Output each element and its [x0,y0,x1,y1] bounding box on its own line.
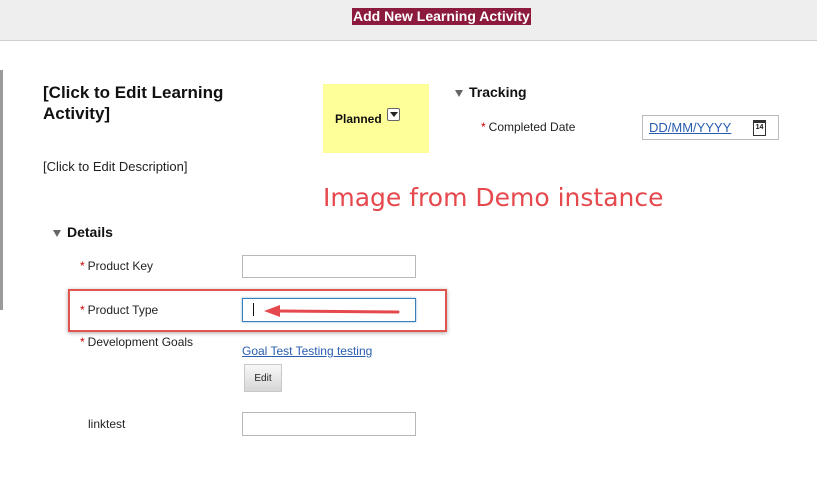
goal-link[interactable]: Goal Test Testing testing [242,344,372,358]
tracking-section-header[interactable]: Tracking [455,84,527,100]
activity-description[interactable]: [Click to Edit Description] [43,159,188,174]
tracking-header-label: Tracking [469,84,527,100]
annotation-arrow-icon [264,305,400,317]
demo-annotation: Image from Demo instance [323,183,664,212]
linktest-input[interactable] [242,412,416,436]
status-dropdown-icon[interactable] [387,108,400,121]
dialog-title: Add New Learning Activity [352,8,531,25]
status-label: Planned [335,112,382,126]
details-header-label: Details [67,224,113,240]
calendar-icon[interactable]: 14 [753,120,766,136]
product-key-label: * Product Key [80,259,154,273]
collapse-triangle-icon [455,89,463,97]
required-marker: * [80,303,85,317]
collapse-triangle-icon [53,229,61,237]
completed-date-field[interactable]: DD/MM/YYYY 14 [642,115,779,140]
left-scroll-edge [0,70,3,310]
text-cursor [253,303,254,316]
completed-date-link[interactable]: DD/MM/YYYY [649,120,731,135]
linktest-label: linktest [88,417,126,431]
required-marker: * [80,335,85,349]
dialog-header-bar: Add New Learning Activity [0,0,817,41]
details-section-header[interactable]: Details [53,224,113,240]
edit-goals-button[interactable]: Edit [244,364,282,392]
completed-date-label: * Completed Date [481,120,576,134]
status-box: Planned [323,84,429,153]
activity-title[interactable]: [Click to Edit Learning Activity] [43,82,293,124]
development-goals-label: * Development Goals [80,335,194,349]
product-key-input[interactable] [242,255,416,278]
product-type-label: * Product Type [80,303,159,317]
required-marker: * [481,120,486,134]
required-marker: * [80,259,85,273]
